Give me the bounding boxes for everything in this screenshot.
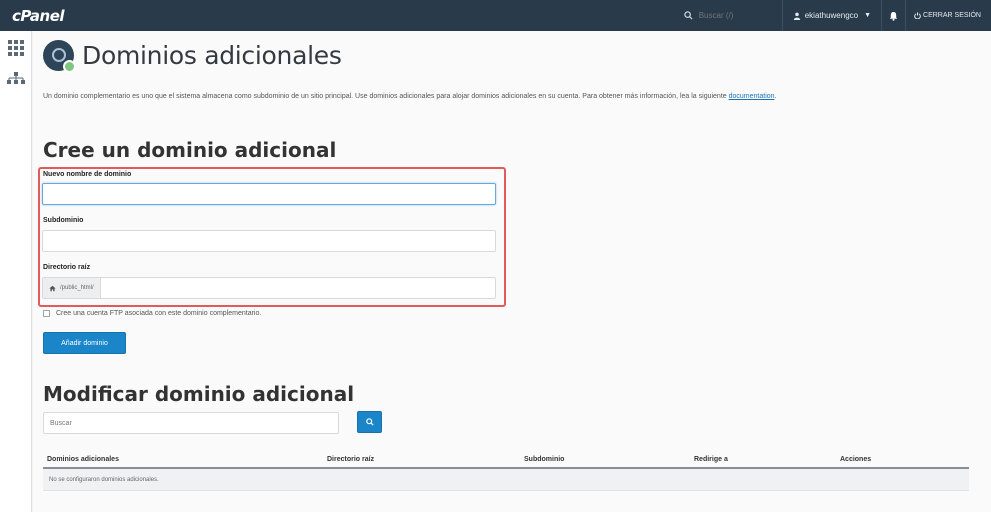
addon-domains-icon xyxy=(43,40,76,73)
left-sidebar xyxy=(0,31,32,512)
addon-domains-table: Dominios adicionales Directorio raíz Sub… xyxy=(43,452,969,491)
user-icon xyxy=(793,12,800,20)
docroot-prefix: /public_html/ xyxy=(43,278,101,298)
chevron-down-icon: ▼ xyxy=(864,12,872,19)
ftp-checkbox[interactable] xyxy=(43,310,50,317)
main-content: Dominios adicionales Un dominio compleme… xyxy=(33,31,991,512)
docroot-prefix-text: /public_html/ xyxy=(60,285,94,291)
username: ekiathuwengco xyxy=(804,11,859,20)
global-search-input[interactable] xyxy=(698,11,759,20)
new-domain-label: Nuevo nombre de dominio xyxy=(43,171,132,178)
tools-grid-button[interactable] xyxy=(0,33,32,63)
table-row-empty: No se configuraron dominios adicionales. xyxy=(43,469,969,491)
logout-button[interactable]: CERRAR SESIÓN xyxy=(905,0,991,31)
page-description: Un dominio complementario es uno que el … xyxy=(43,91,948,103)
docroot-label: Directorio raíz xyxy=(43,264,91,271)
search-icon xyxy=(683,11,693,20)
modify-section-heading: Modificar dominio adicional xyxy=(43,382,355,406)
docroot-input[interactable] xyxy=(100,278,495,298)
cpanel-logo[interactable]: cPanel xyxy=(12,7,65,25)
subdomain-label: Subdominio xyxy=(43,217,84,224)
create-section-heading: Cree un dominio adicional xyxy=(43,138,337,162)
bell-icon xyxy=(889,11,898,21)
column-header-subdomain[interactable]: Subdominio xyxy=(524,456,694,463)
addon-search-button[interactable] xyxy=(357,411,382,433)
sitemap-icon xyxy=(7,72,25,84)
addon-search-input[interactable] xyxy=(43,412,339,434)
page-title: Dominios adicionales xyxy=(82,41,342,70)
empty-table-message: No se configuraron dominios adicionales. xyxy=(49,476,159,483)
global-search[interactable] xyxy=(676,0,772,31)
subdomain-input[interactable] xyxy=(42,230,496,252)
column-header-redirects[interactable]: Redirige a xyxy=(694,456,840,463)
logout-label: CERRAR SESIÓN xyxy=(923,12,981,19)
server-info-button[interactable] xyxy=(0,63,32,93)
new-domain-input[interactable] xyxy=(42,183,496,205)
notifications-button[interactable] xyxy=(881,0,905,31)
power-icon xyxy=(914,12,921,19)
page-header: Dominios adicionales xyxy=(43,40,342,73)
ftp-checkbox-label: Cree una cuenta FTP asociada con este do… xyxy=(56,310,262,317)
docroot-field: /public_html/ xyxy=(42,277,496,299)
intro-text: Un dominio complementario es uno que el … xyxy=(43,93,727,100)
home-icon xyxy=(49,285,56,291)
search-icon xyxy=(365,418,374,426)
add-domain-button[interactable]: Añadir dominio xyxy=(43,332,126,354)
user-menu[interactable]: ekiathuwengco ▼ xyxy=(781,0,881,31)
ftp-checkbox-row[interactable]: Cree una cuenta FTP asociada con este do… xyxy=(43,310,261,317)
grid-icon xyxy=(8,40,24,56)
top-navbar: cPanel ekiathuwengco ▼ xyxy=(0,0,991,31)
table-header: Dominios adicionales Directorio raíz Sub… xyxy=(43,452,969,469)
column-header-actions: Acciones xyxy=(840,456,872,463)
top-right-controls: ekiathuwengco ▼ CERRAR SESIÓN xyxy=(676,0,991,31)
intro-end: . xyxy=(774,93,777,100)
column-header-addon-domains[interactable]: Dominios adicionales xyxy=(43,456,327,463)
documentation-link[interactable]: documentation xyxy=(729,93,775,100)
column-header-docroot[interactable]: Directorio raíz xyxy=(327,456,524,463)
